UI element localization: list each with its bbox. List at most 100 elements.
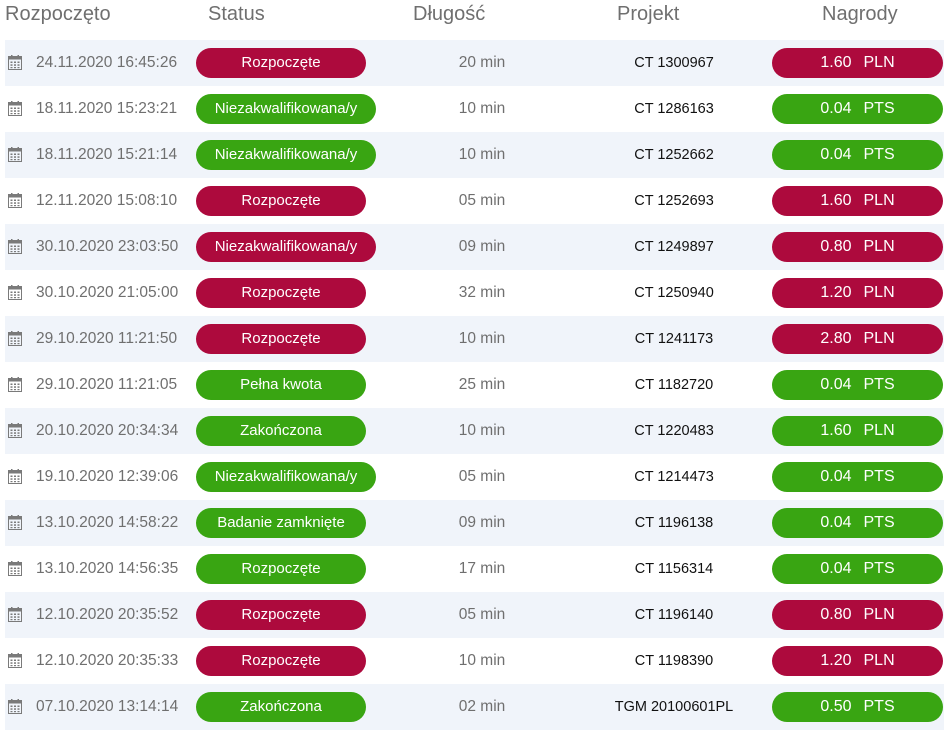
survey-length: 09 min bbox=[458, 238, 506, 255]
survey-length: 32 min bbox=[458, 284, 506, 301]
reward-amount: 0.04 bbox=[820, 100, 852, 117]
table-row[interactable]: 18.11.2020 15:23:21 Niezakwalifikowana/y 1… bbox=[5, 86, 944, 132]
status-badge: Rozpoczęte bbox=[196, 186, 366, 216]
reward-badge: 2.80 PLN bbox=[772, 324, 943, 354]
reward-currency: PTS bbox=[863, 376, 895, 393]
table-row[interactable]: 12.10.2020 20:35:33 Rozpoczęte 10 min CT 11… bbox=[5, 638, 944, 684]
status-badge: Rozpoczęte bbox=[196, 554, 366, 584]
project-id: CT 1220483 bbox=[634, 423, 714, 439]
project-id: CT 1249897 bbox=[634, 239, 714, 255]
reward-currency: PTS bbox=[863, 560, 895, 577]
survey-length: 02 min bbox=[458, 698, 506, 715]
status-badge: Rozpoczęte bbox=[196, 646, 366, 676]
project-id: CT 1196138 bbox=[634, 515, 714, 531]
start-date: 12.10.2020 20:35:52 bbox=[36, 606, 179, 623]
table-row[interactable]: 30.10.2020 21:05:00 Rozpoczęte 32 min CT 12… bbox=[5, 270, 944, 316]
project-id: CT 1241173 bbox=[634, 331, 714, 347]
status-badge: Niezakwalifikowana/y bbox=[196, 140, 376, 170]
start-date: 19.10.2020 12:39:06 bbox=[36, 468, 179, 485]
start-date: 30.10.2020 23:03:50 bbox=[36, 238, 179, 255]
start-date: 29.10.2020 11:21:50 bbox=[36, 330, 178, 347]
table-row[interactable]: 20.10.2020 20:34:34 Zakończona 10 min CT 12… bbox=[5, 408, 944, 454]
reward-amount: 0.04 bbox=[820, 514, 852, 531]
reward-amount: 0.80 bbox=[820, 606, 852, 623]
project-id: CT 1214473 bbox=[634, 469, 714, 485]
status-badge: Rozpoczęte bbox=[196, 48, 366, 78]
calendar-icon bbox=[8, 285, 22, 300]
reward-amount: 0.04 bbox=[820, 468, 852, 485]
reward-amount: 1.20 bbox=[820, 652, 852, 669]
status-badge: Niezakwalifikowana/y bbox=[196, 232, 376, 262]
column-header-status[interactable]: Status bbox=[208, 3, 265, 26]
reward-badge: 1.60 PLN bbox=[772, 416, 943, 446]
column-header-started[interactable]: Rozpoczęto bbox=[5, 3, 111, 26]
status-badge: Niezakwalifikowana/y bbox=[196, 462, 376, 492]
reward-amount: 0.80 bbox=[820, 238, 852, 255]
calendar-icon bbox=[8, 607, 22, 622]
status-badge: Badanie zamknięte bbox=[196, 508, 366, 538]
table-row[interactable]: 18.11.2020 15:21:14 Niezakwalifikowana/y 1… bbox=[5, 132, 944, 178]
column-header-project[interactable]: Projekt bbox=[617, 3, 679, 26]
project-id: CT 1182720 bbox=[634, 377, 714, 393]
project-id: CT 1250940 bbox=[634, 285, 714, 301]
start-date: 13.10.2020 14:58:22 bbox=[36, 514, 179, 531]
table-row[interactable]: 13.10.2020 14:58:22 Badanie zamknięte 09 m… bbox=[5, 500, 944, 546]
table-row[interactable]: 19.10.2020 12:39:06 Niezakwalifikowana/y 0… bbox=[5, 454, 944, 500]
table-row[interactable]: 07.10.2020 13:14:14 Zakończona 02 min TGM 2… bbox=[5, 684, 944, 730]
reward-badge: 1.20 PLN bbox=[772, 278, 943, 308]
calendar-icon bbox=[8, 377, 22, 392]
survey-length: 20 min bbox=[458, 54, 506, 71]
project-id: CT 1300967 bbox=[634, 55, 714, 71]
reward-amount: 1.60 bbox=[820, 422, 852, 439]
start-date: 18.11.2020 15:23:21 bbox=[36, 100, 178, 117]
reward-amount: 2.80 bbox=[820, 330, 852, 347]
start-date: 07.10.2020 13:14:14 bbox=[36, 698, 179, 715]
table-header: Rozpoczęto Status Długość Projekt Nagrod… bbox=[0, 0, 951, 40]
start-date: 12.10.2020 20:35:33 bbox=[36, 652, 179, 669]
reward-currency: PTS bbox=[863, 146, 895, 163]
project-id: CT 1156314 bbox=[634, 561, 714, 577]
column-header-length[interactable]: Długość bbox=[413, 3, 485, 26]
column-header-rewards[interactable]: Nagrody bbox=[822, 3, 898, 26]
survey-length: 05 min bbox=[458, 606, 506, 623]
table-row[interactable]: 24.11.2020 16:45:26 Rozpoczęte 20 min CT 13… bbox=[5, 40, 944, 86]
survey-length: 05 min bbox=[458, 192, 506, 209]
table-row[interactable]: 30.10.2020 23:03:50 Niezakwalifikowana/y 0… bbox=[5, 224, 944, 270]
survey-length: 10 min bbox=[458, 330, 506, 347]
survey-length: 25 min bbox=[458, 376, 506, 393]
start-date: 29.10.2020 11:21:05 bbox=[36, 376, 178, 393]
table-row[interactable]: 13.10.2020 14:56:35 Rozpoczęte 17 min CT 11… bbox=[5, 546, 944, 592]
survey-length: 05 min bbox=[458, 468, 506, 485]
start-date: 12.11.2020 15:08:10 bbox=[36, 192, 178, 209]
survey-length: 10 min bbox=[458, 100, 506, 117]
reward-badge: 0.80 PLN bbox=[772, 600, 943, 630]
reward-badge: 0.50 PTS bbox=[772, 692, 943, 722]
reward-currency: PLN bbox=[863, 238, 895, 255]
reward-currency: PLN bbox=[863, 422, 895, 439]
reward-badge: 0.80 PLN bbox=[772, 232, 943, 262]
reward-badge: 1.20 PLN bbox=[772, 646, 943, 676]
project-id: CT 1252693 bbox=[634, 193, 714, 209]
reward-badge: 0.04 PTS bbox=[772, 508, 943, 538]
survey-length: 10 min bbox=[458, 146, 506, 163]
project-id: TGM 20100601PL bbox=[614, 699, 734, 715]
reward-currency: PTS bbox=[863, 514, 895, 531]
calendar-icon bbox=[8, 239, 22, 254]
calendar-icon bbox=[8, 699, 22, 714]
table-row[interactable]: 12.10.2020 20:35:52 Rozpoczęte 05 min CT 11… bbox=[5, 592, 944, 638]
start-date: 20.10.2020 20:34:34 bbox=[36, 422, 179, 439]
start-date: 18.11.2020 15:21:14 bbox=[36, 146, 178, 163]
table-row[interactable]: 29.10.2020 11:21:50 Rozpoczęte 10 min CT 12… bbox=[5, 316, 944, 362]
calendar-icon bbox=[8, 193, 22, 208]
calendar-icon bbox=[8, 653, 22, 668]
table-row[interactable]: 12.11.2020 15:08:10 Rozpoczęte 05 min CT 12… bbox=[5, 178, 944, 224]
reward-amount: 1.60 bbox=[820, 192, 852, 209]
reward-currency: PLN bbox=[863, 652, 895, 669]
survey-length: 09 min bbox=[458, 514, 506, 531]
reward-currency: PLN bbox=[863, 330, 895, 347]
table-row[interactable]: 29.10.2020 11:21:05 Pełna kwota 25 min CT 1… bbox=[5, 362, 944, 408]
status-badge: Zakończona bbox=[196, 692, 366, 722]
reward-badge: 0.04 PTS bbox=[772, 462, 943, 492]
reward-currency: PLN bbox=[863, 606, 895, 623]
status-badge: Niezakwalifikowana/y bbox=[196, 94, 376, 124]
